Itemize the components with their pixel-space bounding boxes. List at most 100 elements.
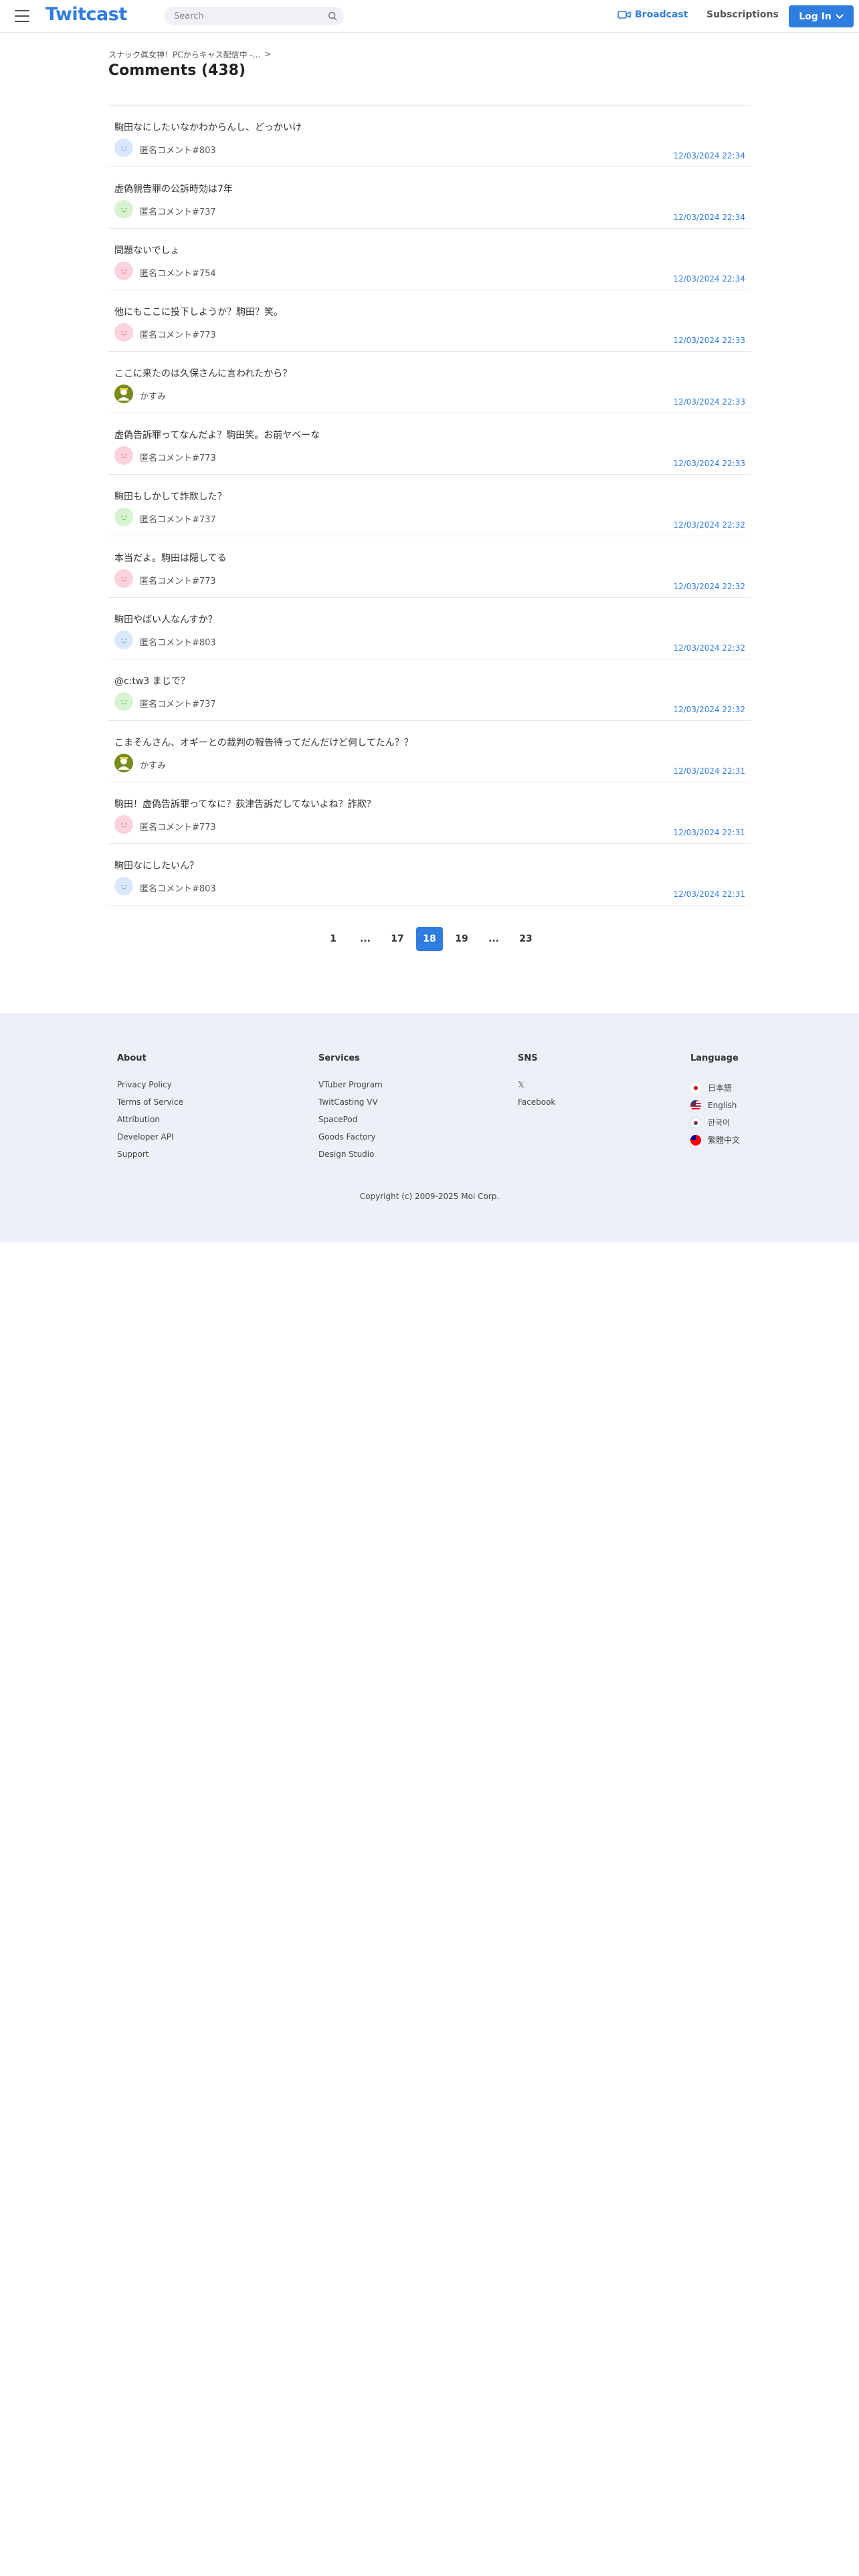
comment-author[interactable]: 匿名コメント#803: [140, 143, 216, 156]
breadcrumb-link[interactable]: スナック眞女神！PCからキャス配信中 -...: [108, 49, 260, 60]
footer-link-facebook[interactable]: Facebook: [518, 1097, 555, 1114]
comment-author[interactable]: 匿名コメント#773: [140, 451, 216, 463]
footer-heading-about: About: [117, 1053, 147, 1063]
subscriptions-link[interactable]: Subscriptions: [706, 9, 779, 20]
anonymous-avatar-icon[interactable]: [114, 138, 133, 157]
footer-link[interactable]: Privacy Policy: [117, 1079, 183, 1097]
comment-author[interactable]: かすみ: [140, 389, 166, 402]
comment-author[interactable]: 匿名コメント#773: [140, 328, 216, 340]
breadcrumb: スナック眞女神！PCからキャス配信中 -... >: [108, 49, 751, 60]
search-icon[interactable]: [328, 11, 337, 21]
language-option-korean[interactable]: 한국어: [690, 1114, 740, 1132]
footer-heading-sns: SNS: [518, 1053, 538, 1063]
anonymous-avatar-icon[interactable]: [114, 692, 133, 711]
comment-timestamp[interactable]: 12/03/2024 22:33: [673, 459, 745, 468]
comment-text: @c:tw3 まじで？: [114, 676, 190, 687]
comment-timestamp[interactable]: 12/03/2024 22:34: [673, 213, 745, 222]
comment-timestamp[interactable]: 12/03/2024 22:33: [673, 397, 745, 407]
comment-timestamp[interactable]: 12/03/2024 22:34: [673, 274, 745, 284]
comment-author[interactable]: 匿名コメント#773: [140, 820, 216, 833]
user-avatar[interactable]: [114, 754, 133, 772]
footer-link[interactable]: Attribution: [117, 1114, 183, 1132]
comment-item: 駒田もしかして詐欺した？ 匿名コメント#737 12/03/2024 22:32: [108, 475, 751, 536]
footer-link[interactable]: Goods Factory: [318, 1132, 383, 1149]
comment-text: 駒田！虚偽告訴罪ってなに？荻津告訴だしてないよね？詐欺？: [114, 799, 376, 810]
pagination-current-page[interactable]: 18: [416, 927, 443, 951]
anonymous-avatar-icon[interactable]: [114, 877, 133, 895]
anonymous-avatar-icon[interactable]: [114, 200, 133, 219]
video-camera-icon: [617, 11, 631, 19]
comment-text: 駒田なにしたいなかわからんし、どっかいけ: [114, 122, 302, 133]
comment-text: 問題ないでしょ: [114, 245, 180, 256]
footer-link[interactable]: VTuber Program: [318, 1079, 383, 1097]
comment-text: こまそんさん、オギーとの裁判の報告待ってだんだけど何してたん？？: [114, 738, 413, 748]
language-option-traditional-chinese[interactable]: 繁體中文: [690, 1132, 740, 1149]
anonymous-avatar-icon[interactable]: [114, 323, 133, 342]
comment-author[interactable]: 匿名コメント#737: [140, 697, 216, 710]
footer-services: Services VTuber Program TwitCasting VV S…: [318, 1053, 383, 1166]
comment-author[interactable]: 匿名コメント#773: [140, 574, 216, 586]
footer-link-x[interactable]: 𝕏: [518, 1079, 555, 1097]
comment-author[interactable]: 匿名コメント#803: [140, 881, 216, 894]
comment-text: 駒田なにしたいん？: [114, 861, 199, 871]
comment-timestamp[interactable]: 12/03/2024 22:31: [673, 828, 745, 837]
footer-link[interactable]: SpacePod: [318, 1114, 383, 1132]
pagination-page-button[interactable]: 19: [448, 927, 475, 951]
comment-timestamp[interactable]: 12/03/2024 22:31: [673, 766, 745, 776]
top-header: Twitcast Broadcast Subscriptions Log In: [0, 0, 859, 33]
comment-item: 虚偽親告罪の公訴時効は7年 匿名コメント#737 12/03/2024 22:34: [108, 167, 751, 229]
search-input[interactable]: [173, 10, 324, 22]
pagination-page-button[interactable]: 23: [512, 927, 539, 951]
comment-timestamp[interactable]: 12/03/2024 22:32: [673, 582, 745, 591]
hamburger-menu-icon[interactable]: [15, 10, 29, 22]
footer-link[interactable]: TwitCasting VV: [318, 1097, 383, 1114]
anonymous-avatar-icon[interactable]: [114, 631, 133, 649]
comment-list: 駒田なにしたいなかわからんし、どっかいけ匿名コメント#803 12/03/2024…: [108, 105, 751, 905]
comment-text: 駒田もしかして詐欺した？: [114, 492, 227, 502]
comment-author[interactable]: 匿名コメント#737: [140, 205, 216, 217]
footer-heading-services: Services: [318, 1053, 360, 1063]
taiwan-flag-icon: [690, 1135, 701, 1146]
login-label: Log In: [799, 11, 832, 22]
main-content: スナック眞女神！PCからキャス配信中 -... > Comments (438)…: [108, 33, 751, 951]
korea-flag-icon: [690, 1117, 701, 1128]
comment-timestamp[interactable]: 12/03/2024 22:34: [673, 151, 745, 160]
footer-link[interactable]: Design Studio: [318, 1149, 383, 1166]
broadcast-label: Broadcast: [635, 9, 688, 20]
anonymous-avatar-icon[interactable]: [114, 508, 133, 526]
pagination-page-button[interactable]: 1: [320, 927, 347, 951]
footer-link[interactable]: Support: [117, 1149, 183, 1166]
language-option-english[interactable]: English: [690, 1097, 740, 1114]
pagination-ellipsis: ...: [488, 934, 499, 944]
search-box[interactable]: [165, 7, 344, 25]
comment-timestamp[interactable]: 12/03/2024 22:33: [673, 336, 745, 345]
comment-author[interactable]: 匿名コメント#754: [140, 266, 216, 279]
comment-timestamp[interactable]: 12/03/2024 22:32: [673, 643, 745, 653]
comment-author[interactable]: 匿名コメント#737: [140, 512, 216, 525]
anonymous-avatar-icon[interactable]: [114, 261, 133, 280]
anonymous-avatar-icon[interactable]: [114, 569, 133, 588]
comment-timestamp[interactable]: 12/03/2024 22:32: [673, 520, 745, 530]
comment-item: 駒田なにしたいなかわからんし、どっかいけ匿名コメント#803 12/03/2024…: [108, 106, 751, 167]
anonymous-avatar-icon[interactable]: [114, 446, 133, 465]
pagination-page-button[interactable]: 17: [384, 927, 411, 951]
footer-link[interactable]: Terms of Service: [117, 1097, 183, 1114]
language-label: 한국어: [708, 1118, 731, 1128]
site-logo[interactable]: Twitcast: [45, 4, 127, 25]
comment-item: @c:tw3 まじで？ 匿名コメント#737 12/03/2024 22:32: [108, 659, 751, 721]
comment-timestamp[interactable]: 12/03/2024 22:32: [673, 705, 745, 714]
broadcast-link[interactable]: Broadcast: [617, 9, 688, 20]
comment-text: 本当だよ。駒田は隠してる: [114, 553, 227, 564]
comment-author[interactable]: 匿名コメント#803: [140, 635, 216, 648]
anonymous-avatar-icon[interactable]: [114, 815, 133, 834]
comment-timestamp[interactable]: 12/03/2024 22:31: [673, 889, 745, 899]
language-option-japanese[interactable]: 日本語: [690, 1079, 740, 1097]
comment-item: 問題ないでしょ匿名コメント#754 12/03/2024 22:34: [108, 229, 751, 290]
user-avatar[interactable]: [114, 385, 133, 403]
comment-author[interactable]: かすみ: [140, 758, 166, 771]
login-button[interactable]: Log In: [789, 5, 854, 27]
comment-item: 駒田！虚偽告訴罪ってなに？荻津告訴だしてないよね？詐欺？ 匿名コメント#773 12…: [108, 782, 751, 844]
pagination-ellipsis: ...: [360, 934, 371, 944]
footer-link[interactable]: Developer API: [117, 1132, 183, 1149]
language-label: 日本語: [708, 1083, 733, 1093]
